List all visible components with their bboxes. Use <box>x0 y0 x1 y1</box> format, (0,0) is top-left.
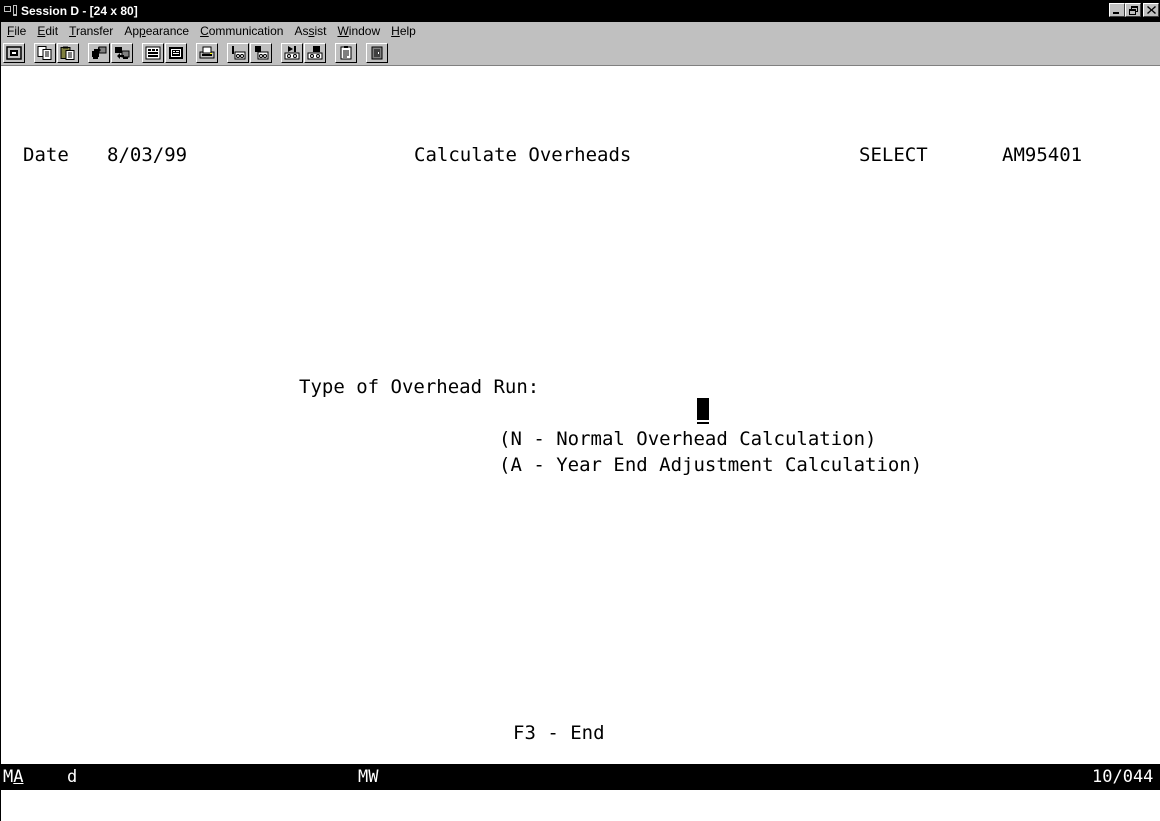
toolbar <box>1 40 1160 66</box>
bottom-blank-area <box>1 790 1160 821</box>
status-mw: MW <box>358 767 379 787</box>
mode-indicator: SELECT <box>859 144 928 166</box>
date-value: 8/03/99 <box>107 144 188 166</box>
title-bar[interactable]: Session D - [24 x 80] <box>1 0 1160 22</box>
menu-appearance[interactable]: Appearance <box>118 24 194 38</box>
status-bar: MA d MW 10/044 <box>1 764 1160 790</box>
prompt-label: Type of Overhead Run: <box>299 376 540 398</box>
start-macro-icon[interactable] <box>281 42 303 63</box>
send-file-icon[interactable] <box>88 42 110 63</box>
play-macro-icon[interactable] <box>227 42 249 63</box>
date-label: Date <box>23 144 69 166</box>
text-cursor <box>696 398 709 424</box>
clipboard-icon[interactable] <box>335 42 357 63</box>
menu-help[interactable]: Help <box>385 24 421 38</box>
restore-button[interactable] <box>1125 3 1141 17</box>
window-title: Session D - [24 x 80] <box>21 4 138 18</box>
option-normal: (N - Normal Overhead Calculation) <box>499 428 877 450</box>
screen-capture-icon[interactable] <box>3 42 25 63</box>
program-id: AM95401 <box>1002 144 1083 166</box>
keypad-icon[interactable] <box>142 42 164 63</box>
option-year-end: (A - Year End Adjustment Calculation) <box>499 454 923 476</box>
window-controls <box>1109 3 1159 17</box>
minimize-button[interactable] <box>1109 3 1125 17</box>
receive-file-icon[interactable] <box>111 42 133 63</box>
paste-icon[interactable] <box>57 42 79 63</box>
copy-icon[interactable] <box>34 42 56 63</box>
print-screen-icon[interactable] <box>196 42 218 63</box>
terminal-screen[interactable]: Date 8/03/99 Calculate Overheads SELECT … <box>1 66 1160 764</box>
status-session-indicator: d <box>67 767 78 787</box>
stop-macro-icon[interactable] <box>304 42 326 63</box>
menu-assist[interactable]: Assist <box>288 24 331 38</box>
record-macro-icon[interactable] <box>250 42 272 63</box>
screen-title: Calculate Overheads <box>414 144 632 166</box>
emulator-window: Session D - [24 x 80] File Edit Transfer… <box>0 0 1160 821</box>
close-button[interactable] <box>1143 3 1159 17</box>
menu-bar: File Edit Transfer Appearance Communicat… <box>1 22 1160 40</box>
menu-communication[interactable]: Communication <box>194 24 288 38</box>
menu-window[interactable]: Window <box>331 24 385 38</box>
cursor-position: 10/044 <box>1092 767 1154 787</box>
menu-file[interactable]: File <box>1 24 31 38</box>
f3-end-key[interactable]: F3 - End <box>513 722 605 744</box>
menu-transfer[interactable]: Transfer <box>63 24 118 38</box>
exit-icon[interactable] <box>366 42 388 63</box>
menu-edit[interactable]: Edit <box>31 24 63 38</box>
session-app-icon[interactable] <box>4 4 18 18</box>
macro-icon[interactable] <box>165 42 187 63</box>
status-ma: MA <box>3 767 24 787</box>
